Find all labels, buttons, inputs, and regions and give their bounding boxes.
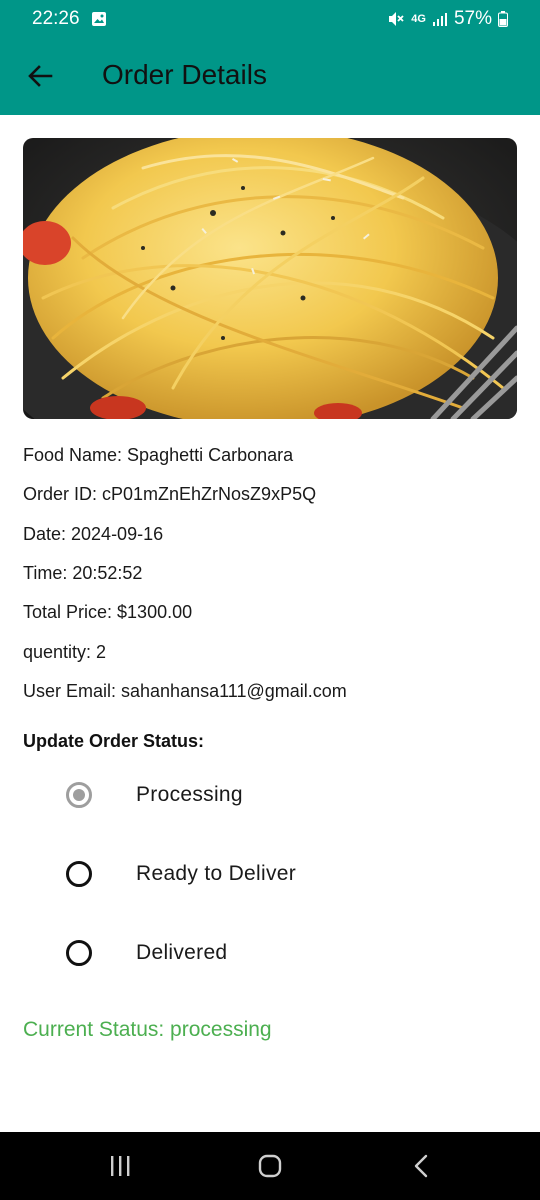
order-quantity: quentity: 2 <box>23 642 107 662</box>
home-button[interactable] <box>240 1146 300 1186</box>
status-bar: 22:26 4G 57% <box>0 0 540 38</box>
recent-apps-button[interactable] <box>90 1146 150 1186</box>
network-type: 4G <box>411 13 426 25</box>
order-id: Order ID: cP01mZnEhZrNosZ9xP5Q <box>23 484 317 504</box>
mute-icon <box>389 12 404 26</box>
status-option-label: Ready to Deliver <box>136 862 297 885</box>
order-date: Date: 2024-09-16 <box>23 524 164 544</box>
system-nav-bar <box>0 1132 540 1200</box>
total-price: Total Price: $1300.00 <box>23 602 193 622</box>
food-image <box>23 138 517 419</box>
radio-button-selected[interactable] <box>66 782 92 808</box>
radio-button[interactable] <box>66 861 92 887</box>
back-icon <box>414 1154 428 1178</box>
radio-dot <box>73 789 85 801</box>
update-status-title: Update Order Status: <box>23 731 205 751</box>
signal-icon <box>432 13 447 26</box>
page-title: Order Details <box>102 59 267 90</box>
order-time: Time: 20:52:52 <box>23 563 143 583</box>
gallery-icon <box>92 12 106 26</box>
recent-apps-icon <box>111 1156 130 1176</box>
home-icon <box>258 1154 282 1178</box>
back-button[interactable] <box>18 54 62 98</box>
status-option-processing[interactable]: Processing <box>0 765 540 825</box>
status-time: 22:26 <box>32 8 80 29</box>
app-bar: Order Details <box>0 38 540 115</box>
status-icons: 4G 57% <box>387 8 508 30</box>
system-back-button[interactable] <box>392 1146 452 1186</box>
battery-percent: 57% <box>453 8 492 29</box>
arrow-left-icon <box>28 65 53 87</box>
food-name: Food Name: Spaghetti Carbonara <box>23 445 294 465</box>
user-email: User Email: sahanhansa111@gmail.com <box>23 681 347 701</box>
status-option-label: Processing <box>136 783 243 806</box>
status-option-ready-to-deliver[interactable]: Ready to Deliver <box>0 844 540 904</box>
current-status: Current Status: processing <box>23 1018 272 1041</box>
status-option-delivered[interactable]: Delivered <box>0 923 540 983</box>
status-option-label: Delivered <box>136 941 228 964</box>
battery-icon <box>498 11 508 27</box>
radio-button[interactable] <box>66 940 92 966</box>
